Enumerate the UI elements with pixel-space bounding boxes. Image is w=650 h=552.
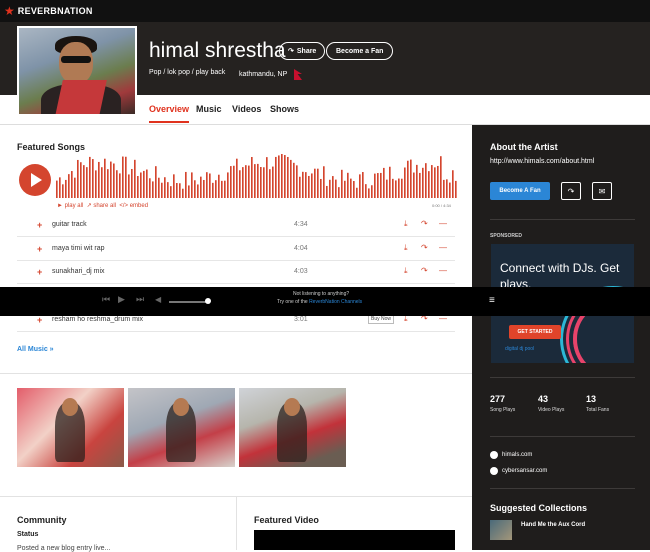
sidebar-divider bbox=[490, 377, 635, 378]
sidebar-divider bbox=[490, 488, 635, 489]
share-icon: ↷ bbox=[288, 48, 294, 55]
column-divider bbox=[236, 497, 237, 550]
section-divider bbox=[0, 373, 472, 374]
song-title[interactable]: sunakhari_dj mix bbox=[52, 268, 105, 275]
add-icon[interactable]: + bbox=[37, 315, 42, 325]
song-title[interactable]: guitar track bbox=[52, 221, 87, 228]
waveform[interactable] bbox=[56, 154, 458, 198]
song-plays-label: Song Plays bbox=[490, 407, 516, 413]
song-title[interactable]: resham ho reshma_drum mix bbox=[52, 316, 143, 323]
song-duration: 4:04 bbox=[294, 245, 308, 252]
all-music-link[interactable]: All Music » bbox=[17, 346, 54, 353]
featured-songs-title: Featured Songs bbox=[17, 142, 86, 152]
download-icon[interactable]: ⤓ bbox=[404, 219, 408, 229]
song-title[interactable]: maya timi wit rap bbox=[52, 245, 105, 252]
top-nav-bar: ★ REVERBNATION bbox=[0, 0, 650, 22]
share-icon[interactable]: ↷ bbox=[421, 266, 428, 275]
not-listening-text: Not listening to anything? bbox=[293, 291, 350, 297]
total-fans-label: Total Fans bbox=[586, 407, 610, 413]
reverbnation-star-icon[interactable]: ★ bbox=[4, 5, 15, 17]
song-row[interactable]: + sunakhari_dj mix 4:03 ⤓ ↷ — bbox=[17, 260, 455, 284]
add-icon[interactable]: + bbox=[37, 220, 42, 230]
bottom-player-bar: ⏮ ▶ ⏭ ◀ Not listening to anything? Try o… bbox=[0, 287, 650, 316]
embed-link[interactable]: </> embed bbox=[119, 203, 148, 209]
community-title: Community bbox=[17, 515, 67, 525]
photo-thumbnail[interactable] bbox=[17, 388, 124, 467]
collection-title[interactable]: Hand Me the Aux Cord bbox=[521, 522, 585, 528]
add-icon[interactable]: + bbox=[37, 244, 42, 254]
tab-music[interactable]: Music bbox=[196, 104, 222, 114]
artist-avatar[interactable] bbox=[17, 26, 137, 116]
download-icon[interactable]: ⤓ bbox=[404, 243, 408, 253]
globe-icon bbox=[490, 467, 498, 475]
volume-icon[interactable]: ◀ bbox=[155, 295, 161, 304]
previous-icon[interactable]: ⏮ bbox=[102, 294, 110, 305]
volume-slider[interactable] bbox=[169, 301, 207, 303]
volume-knob[interactable] bbox=[205, 298, 211, 304]
sidebar-become-fan-button[interactable]: Become A Fan bbox=[490, 182, 550, 200]
share-all-link[interactable]: ↗ share all bbox=[87, 203, 116, 209]
song-duration: 3:01 bbox=[294, 316, 308, 323]
status-text: Posted a new blog entry live... bbox=[17, 545, 111, 552]
tab-overview[interactable]: Overview bbox=[149, 104, 190, 123]
sidebar-divider bbox=[490, 436, 635, 437]
tab-videos[interactable]: Videos bbox=[232, 104, 261, 114]
video-plays-label: Video Plays bbox=[538, 407, 565, 413]
play-all-link[interactable]: ► play all bbox=[57, 203, 83, 209]
sidebar: About the Artist http://www.himals.com/a… bbox=[472, 125, 650, 550]
artist-website-link[interactable]: http://www.himals.com/about.html bbox=[490, 158, 594, 165]
share-icon[interactable]: ↷ bbox=[561, 182, 581, 200]
more-icon[interactable]: — bbox=[439, 219, 447, 228]
artist-name: himal shrestha bbox=[149, 39, 286, 62]
waveform-links: ► play all ↗ share all </> embed bbox=[57, 202, 148, 209]
song-duration: 4:34 bbox=[294, 221, 308, 228]
channels-link[interactable]: ReverbNation Channels bbox=[309, 299, 362, 305]
email-icon[interactable]: ✉ bbox=[592, 182, 612, 200]
suggested-collections-title: Suggested Collections bbox=[490, 503, 588, 513]
share-button[interactable]: ↷ Share bbox=[279, 42, 326, 60]
song-duration: 4:03 bbox=[294, 268, 308, 275]
artist-genre: Pop / lok pop / play back bbox=[149, 69, 226, 76]
play-icon[interactable]: ▶ bbox=[118, 294, 125, 305]
next-icon[interactable]: ⏭ bbox=[136, 294, 144, 305]
artist-location: kathmandu, NP bbox=[239, 71, 288, 78]
website-link[interactable]: cybersansar.com bbox=[490, 467, 547, 475]
song-row[interactable]: + maya timi wit rap 4:04 ⤓ ↷ — bbox=[17, 237, 455, 261]
sidebar-divider bbox=[490, 219, 635, 220]
try-channels-text: Try one of the ReverbNation Channels bbox=[277, 299, 363, 305]
globe-icon bbox=[490, 451, 498, 459]
download-icon[interactable]: ⤓ bbox=[404, 266, 408, 276]
play-button[interactable] bbox=[19, 164, 51, 196]
song-row[interactable]: + guitar track 4:34 ⤓ ↷ — bbox=[17, 213, 455, 237]
get-started-button[interactable]: GET STARTED bbox=[509, 325, 561, 339]
become-fan-button[interactable]: Become a Fan bbox=[326, 42, 394, 60]
song-plays-count: 277 bbox=[490, 394, 506, 404]
website-link[interactable]: himals.com bbox=[490, 451, 532, 459]
menu-icon[interactable]: ≡ bbox=[489, 295, 495, 306]
sponsored-label: SPONSORED bbox=[490, 233, 522, 239]
total-fans-count: 13 bbox=[586, 394, 597, 404]
reverbnation-logo[interactable]: REVERBNATION bbox=[18, 6, 93, 16]
status-label: Status bbox=[17, 531, 39, 538]
share-icon[interactable]: ↷ bbox=[421, 219, 428, 228]
collection-thumbnail[interactable] bbox=[490, 520, 512, 540]
about-artist-title: About the Artist bbox=[490, 142, 558, 152]
add-icon[interactable]: + bbox=[37, 267, 42, 277]
more-icon[interactable]: — bbox=[439, 243, 447, 252]
ad-brand: digital dj pool bbox=[505, 346, 535, 352]
video-plays-count: 43 bbox=[538, 394, 549, 404]
photo-thumbnail[interactable] bbox=[128, 388, 235, 467]
featured-video-player[interactable] bbox=[254, 530, 455, 550]
photo-thumbnail[interactable] bbox=[239, 388, 346, 467]
track-time: 0:00 / 4:34 bbox=[432, 203, 451, 208]
share-icon[interactable]: ↷ bbox=[421, 243, 428, 252]
tab-shows[interactable]: Shows bbox=[270, 104, 299, 114]
featured-video-title: Featured Video bbox=[254, 515, 319, 525]
more-icon[interactable]: — bbox=[439, 266, 447, 275]
